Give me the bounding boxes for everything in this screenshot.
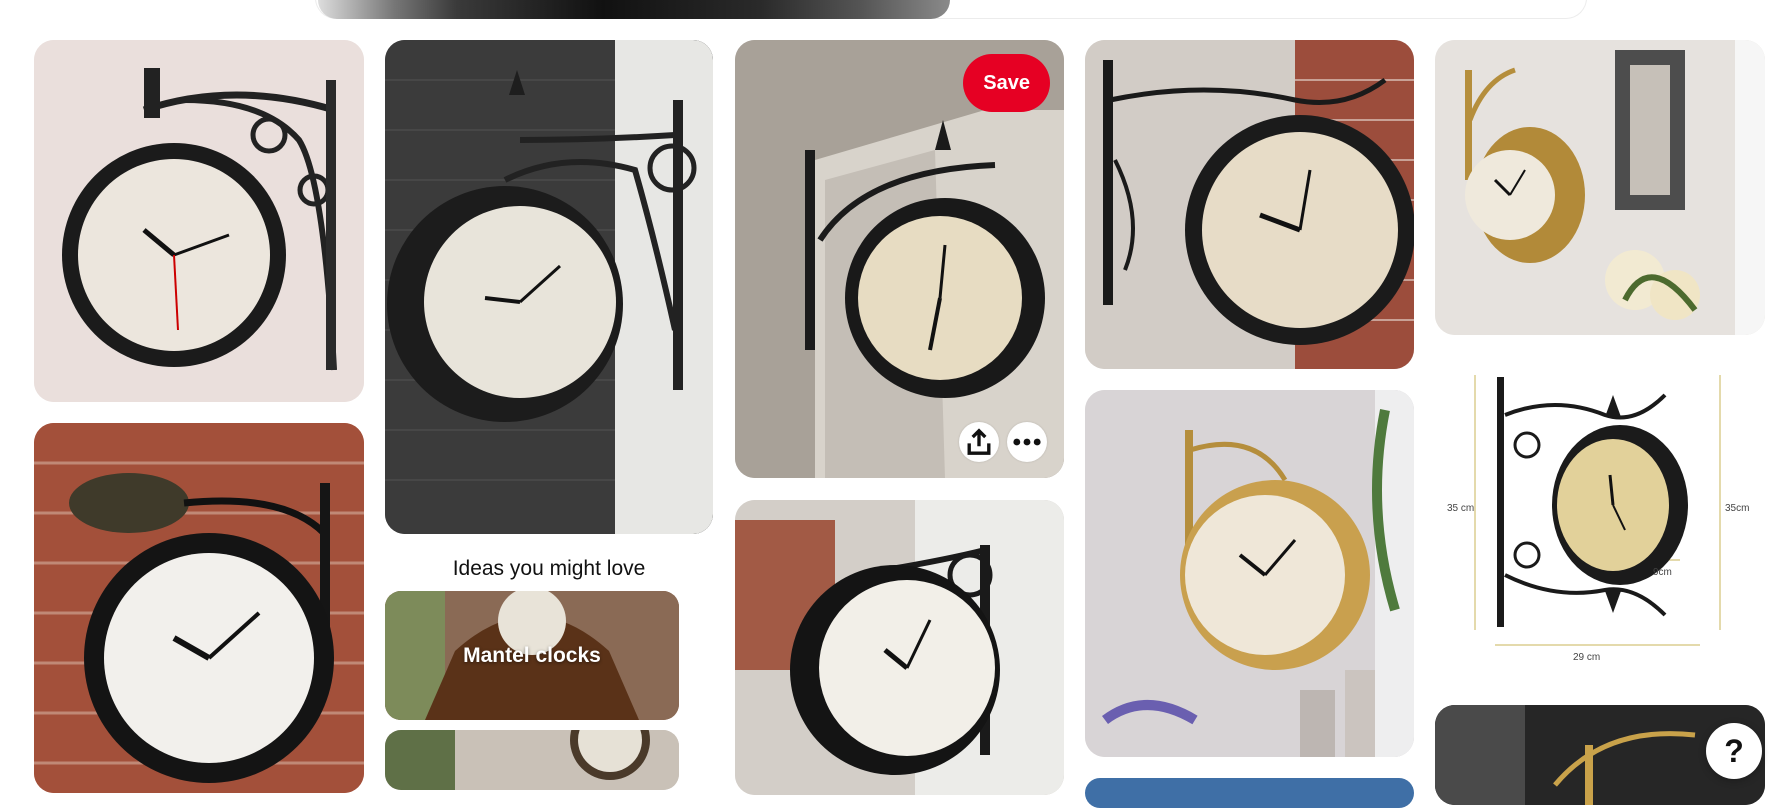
pin-card-clock-3[interactable]: Save (735, 40, 1064, 478)
share-icon (967, 428, 991, 455)
idea-card-mantel-clocks[interactable]: Mantel clocks (385, 591, 679, 720)
help-button[interactable]: ? (1706, 723, 1762, 779)
pin-image (1085, 40, 1414, 369)
pin-card-clock-1[interactable] (34, 40, 364, 402)
save-button[interactable]: Save (963, 54, 1050, 112)
idea-card-label (385, 730, 679, 790)
pin-image (1435, 40, 1765, 335)
pin-card-8[interactable] (1085, 778, 1414, 808)
pin-card-clock-2[interactable] (385, 40, 713, 534)
pin-card-clock-dimensions[interactable]: 35 cm 35cm 9cm 29 cm (1435, 355, 1765, 685)
more-options-button[interactable] (1007, 422, 1047, 462)
dimension-width: 29 cm (1573, 652, 1600, 663)
pin-image (34, 40, 364, 402)
pin-image (1085, 390, 1414, 757)
pin-image (385, 40, 713, 534)
pin-card-clock-6[interactable] (1085, 40, 1414, 369)
pin-image (735, 500, 1064, 795)
idea-card-label: Mantel clocks (463, 643, 601, 667)
dimension-height-left: 35 cm (1447, 503, 1474, 514)
pin-card-clock-5[interactable] (735, 500, 1064, 795)
pin-card-clock-8[interactable] (1435, 40, 1765, 335)
pin-card-clock-7[interactable] (1085, 390, 1414, 757)
pin-image (34, 423, 364, 793)
ideas-heading: Ideas you might love (452, 557, 646, 580)
pin-image: 35 cm 35cm 9cm 29 cm (1435, 355, 1765, 685)
more-icon (1013, 438, 1041, 446)
dimension-depth: 9cm (1653, 567, 1672, 578)
idea-card-2[interactable] (385, 730, 679, 790)
previous-row-pin-image[interactable] (318, 0, 950, 19)
share-button[interactable] (959, 422, 999, 462)
pin-card-clock-4[interactable] (34, 423, 364, 793)
dimension-height-right: 35cm (1725, 503, 1749, 514)
